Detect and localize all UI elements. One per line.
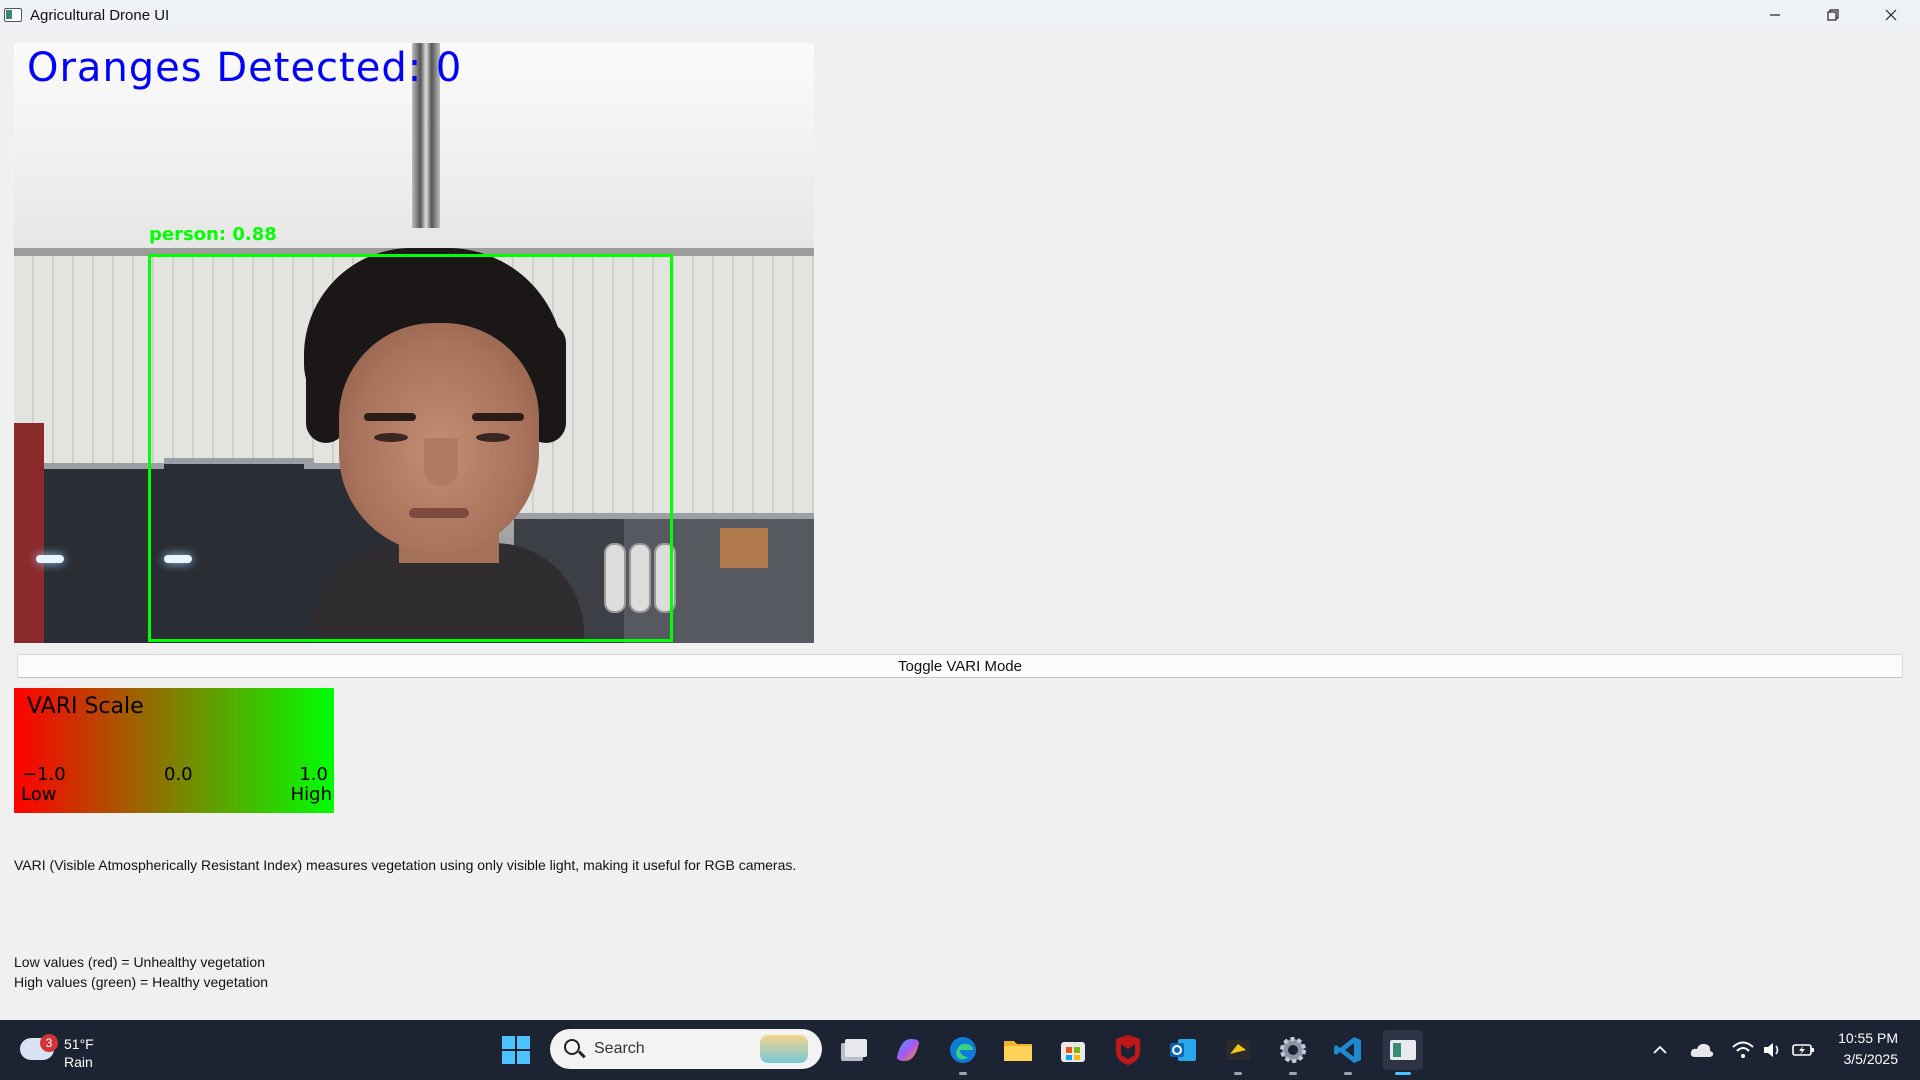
close-button[interactable]: [1862, 0, 1920, 30]
vari-scale-max: 1.0: [299, 764, 328, 785]
background-object: [14, 423, 44, 643]
app-icon: [4, 8, 22, 22]
vscode-icon: [1334, 1037, 1361, 1063]
start-button[interactable]: [502, 1036, 530, 1064]
vari-description: VARI (Visible Atmospherically Resistant …: [14, 857, 797, 873]
vari-scale-title: VARI Scale: [27, 694, 144, 719]
app-window: Agricultural Drone UI Oranges Detected: …: [0, 0, 1920, 1020]
battery-button[interactable]: [1792, 1020, 1816, 1080]
running-indicator: [1234, 1072, 1242, 1075]
window-controls: [1746, 0, 1920, 30]
volume-button[interactable]: [1762, 1020, 1782, 1080]
active-indicator: [1395, 1072, 1411, 1075]
folder-icon: [1004, 1041, 1032, 1061]
wifi-icon: [1732, 1041, 1754, 1058]
clock-time: 10:55 PM: [1838, 1030, 1898, 1046]
close-icon: [1885, 9, 1897, 21]
minimize-button[interactable]: [1746, 0, 1804, 30]
minimize-icon: [1770, 14, 1780, 16]
cardboard-box: [720, 528, 768, 568]
detection-bounding-box: [148, 254, 673, 642]
vari-scale-high-label: High: [290, 784, 332, 805]
restore-icon: [1827, 9, 1839, 21]
microsoft-store-button[interactable]: [1053, 1030, 1093, 1070]
window-title: Agricultural Drone UI: [30, 6, 170, 24]
weather-badge: 3: [40, 1034, 58, 1052]
weather-condition: Rain: [64, 1054, 93, 1070]
search-icon: [564, 1039, 580, 1055]
windows-logo-icon: [502, 1036, 515, 1049]
taskbar: 3 51°F Rain Search 10:55 PM 3/5/2025: [0, 1020, 1920, 1080]
weather-widget[interactable]: 3 51°F Rain: [20, 1028, 140, 1072]
app-window-icon: [1390, 1040, 1416, 1060]
search-highlight-icon: [760, 1035, 808, 1063]
windows-logo-icon: [517, 1051, 530, 1064]
title-bar: Agricultural Drone UI: [0, 0, 1920, 30]
bird-app-button[interactable]: [1218, 1030, 1258, 1075]
copilot-button[interactable]: [888, 1030, 928, 1070]
edge-button[interactable]: [943, 1030, 983, 1075]
running-indicator: [1289, 1072, 1297, 1075]
task-view-icon: [841, 1039, 867, 1061]
restore-button[interactable]: [1804, 0, 1862, 30]
vscode-button[interactable]: [1328, 1030, 1368, 1075]
detection-label: person: 0.88: [149, 224, 277, 245]
mcafee-button[interactable]: [1108, 1030, 1148, 1070]
battery-charging-icon: [1792, 1044, 1814, 1056]
weather-temperature: 51°F: [64, 1036, 94, 1052]
vari-scale-mid: 0.0: [164, 764, 193, 785]
windows-logo-icon: [517, 1036, 530, 1049]
bird-app-icon: [1226, 1040, 1250, 1060]
show-hidden-icons-button[interactable]: [1652, 1020, 1668, 1080]
taskbar-search[interactable]: Search: [550, 1029, 822, 1069]
gear-icon: [1280, 1037, 1306, 1063]
vari-scale-min: −1.0: [22, 764, 66, 785]
running-indicator: [959, 1072, 967, 1075]
copilot-icon: [897, 1039, 919, 1061]
mcafee-shield-icon: [1116, 1035, 1140, 1065]
wifi-button[interactable]: [1732, 1020, 1754, 1080]
windows-logo-icon: [502, 1051, 515, 1064]
clock-date: 3/5/2025: [1843, 1051, 1899, 1067]
background-machine: [44, 463, 164, 643]
toggle-vari-mode-button[interactable]: Toggle VARI Mode: [17, 654, 1903, 678]
cloud-sync-icon: [1690, 1043, 1714, 1057]
task-view-button[interactable]: [834, 1030, 874, 1070]
speaker-icon: [1764, 1043, 1779, 1057]
onedrive-button[interactable]: [1690, 1020, 1714, 1080]
camera-feed: Oranges Detected: 0 person: 0.88: [14, 43, 814, 643]
legend-high: High values (green) = Healthy vegetation: [14, 974, 269, 990]
outlook-button[interactable]: [1163, 1030, 1203, 1070]
file-explorer-button[interactable]: [998, 1030, 1038, 1070]
machine-light: [36, 555, 64, 563]
legend-low: Low values (red) = Unhealthy vegetation: [14, 954, 265, 970]
agricultural-drone-ui-button[interactable]: [1383, 1030, 1423, 1075]
outlook-icon: [1170, 1039, 1196, 1061]
edge-icon: [950, 1037, 976, 1063]
store-icon: [1061, 1042, 1085, 1062]
vari-scale-low-label: Low: [21, 784, 57, 805]
oranges-detected-count: Oranges Detected: 0: [27, 45, 463, 91]
search-placeholder: Search: [594, 1040, 645, 1057]
chevron-up-icon: [1653, 1045, 1667, 1054]
running-indicator: [1344, 1072, 1352, 1075]
settings-button[interactable]: [1273, 1030, 1313, 1075]
vari-scale: VARI Scale −1.0 0.0 1.0 Low High: [14, 688, 334, 813]
